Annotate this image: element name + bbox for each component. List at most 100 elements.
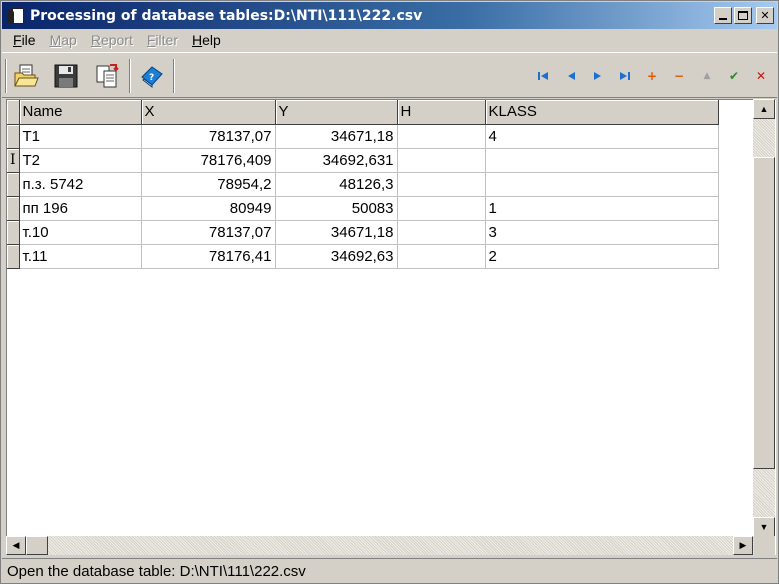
first-record-icon [538, 72, 548, 80]
menu-filter[interactable]: Filter [140, 32, 185, 48]
cell-y[interactable]: 34692,63 [275, 244, 398, 269]
menu-map[interactable]: Map [43, 32, 84, 48]
grid-header-row: Name X Y H KLASS [7, 100, 719, 125]
cell-name[interactable]: п.з. 5742 [19, 172, 142, 197]
table-row[interactable]: п.з. 5742 78954,2 48126,3 [7, 172, 719, 197]
toolbar: ? + − ▲ ✔ ✕ [2, 52, 777, 98]
table-row[interactable]: т.10 78137,07 34671,18 3 [7, 220, 719, 245]
column-header-x[interactable]: X [141, 100, 276, 125]
post-check-icon: ✔ [728, 69, 740, 83]
row-indicator[interactable] [7, 220, 20, 245]
minimize-button[interactable] [714, 7, 732, 24]
toolbar-separator [129, 59, 131, 93]
nav-cancel-button[interactable]: ✕ [752, 67, 770, 85]
next-record-icon [594, 72, 601, 80]
maximize-icon [738, 11, 748, 20]
vertical-scrollbar[interactable]: ▲ ▼ [753, 99, 775, 537]
column-header-y[interactable]: Y [275, 100, 398, 125]
cell-h[interactable] [397, 196, 486, 221]
last-record-icon [620, 72, 630, 80]
menu-file[interactable]: File [6, 32, 43, 48]
cell-x[interactable]: 78954,2 [141, 172, 276, 197]
table-row[interactable]: I T2 78176,409 34692,631 [7, 148, 719, 173]
open-button[interactable] [12, 62, 40, 90]
arrow-up-icon: ▲ [759, 104, 769, 114]
nav-edit-button[interactable]: ▲ [698, 67, 716, 85]
close-button[interactable]: ✕ [756, 7, 774, 24]
cell-h[interactable] [397, 172, 486, 197]
cancel-x-icon: ✕ [755, 69, 767, 83]
table-row[interactable]: т.11 78176,41 34692,63 2 [7, 244, 719, 269]
arrow-left-icon: ◀ [12, 540, 20, 550]
nav-first-button[interactable] [534, 67, 552, 85]
nav-delete-button[interactable]: − [670, 67, 688, 85]
table-row[interactable]: T1 78137,07 34671,18 4 [7, 124, 719, 149]
cell-klass[interactable]: 4 [485, 124, 719, 149]
title-bar[interactable]: Processing of database tables:D:\NTI\111… [2, 2, 777, 29]
cell-klass[interactable] [485, 148, 719, 173]
column-header-klass[interactable]: KLASS [485, 100, 719, 125]
row-indicator[interactable] [7, 244, 20, 269]
row-indicator[interactable] [7, 172, 20, 197]
horizontal-scroll-thumb[interactable] [26, 536, 48, 555]
scroll-up-button[interactable]: ▲ [753, 99, 775, 119]
nav-last-button[interactable] [616, 67, 634, 85]
cell-klass[interactable]: 3 [485, 220, 719, 245]
data-grid[interactable]: Name X Y H KLASS T1 78137,07 34671,18 4 [6, 99, 776, 555]
cell-y[interactable]: 50083 [275, 196, 398, 221]
cell-name[interactable]: т.11 [19, 244, 142, 269]
arrow-right-icon: ▶ [739, 540, 747, 550]
edit-icon: ▲ [703, 71, 711, 81]
cell-h[interactable] [397, 124, 486, 149]
nav-post-button[interactable]: ✔ [725, 67, 743, 85]
row-indicator[interactable] [7, 196, 20, 221]
close-icon: ✕ [760, 9, 770, 22]
maximize-button[interactable] [734, 7, 752, 24]
nav-next-button[interactable] [589, 67, 607, 85]
cell-y[interactable]: 34671,18 [275, 124, 398, 149]
help-button[interactable]: ? [138, 62, 166, 90]
cell-name[interactable]: т.10 [19, 220, 142, 245]
menu-help[interactable]: Help [185, 32, 228, 48]
scroll-down-button[interactable]: ▼ [753, 517, 775, 537]
grid-table: Name X Y H KLASS T1 78137,07 34671,18 4 [7, 100, 719, 269]
cell-x[interactable]: 80949 [141, 196, 276, 221]
nav-prior-button[interactable] [562, 67, 580, 85]
menu-report[interactable]: Report [84, 32, 140, 48]
toolbar-grip [5, 59, 7, 93]
cell-h[interactable] [397, 220, 486, 245]
cell-klass[interactable]: 2 [485, 244, 719, 269]
save-button[interactable] [52, 62, 80, 90]
cell-x[interactable]: 78176,409 [141, 148, 276, 173]
cell-klass[interactable] [485, 172, 719, 197]
scroll-right-button[interactable]: ▶ [733, 536, 753, 555]
horizontal-scrollbar[interactable]: ◀ ▶ [6, 536, 754, 555]
column-header-h[interactable]: H [397, 100, 486, 125]
copy-button[interactable] [93, 62, 121, 90]
cell-y[interactable]: 34692,631 [275, 148, 398, 173]
cell-name[interactable]: пп 196 [19, 196, 142, 221]
app-icon [6, 6, 26, 26]
prior-record-icon [568, 72, 575, 80]
cell-x[interactable]: 78137,07 [141, 124, 276, 149]
toolbar-separator [173, 59, 175, 93]
header-indicator [7, 100, 20, 125]
cell-x[interactable]: 78176,41 [141, 244, 276, 269]
cell-h[interactable] [397, 244, 486, 269]
window-title: Processing of database tables:D:\NTI\111… [30, 7, 423, 24]
cell-y[interactable]: 34671,18 [275, 220, 398, 245]
column-header-name[interactable]: Name [19, 100, 142, 125]
row-indicator[interactable] [7, 124, 20, 149]
scroll-left-button[interactable]: ◀ [6, 536, 26, 555]
cell-h[interactable] [397, 148, 486, 173]
table-row[interactable]: пп 196 80949 50083 1 [7, 196, 719, 221]
nav-insert-button[interactable]: + [643, 67, 661, 85]
cell-x[interactable]: 78137,07 [141, 220, 276, 245]
cell-name[interactable]: T2 [19, 148, 142, 173]
row-indicator-active[interactable]: I [7, 148, 20, 173]
vertical-scroll-thumb[interactable] [753, 157, 775, 469]
open-folder-icon [14, 64, 39, 87]
cell-y[interactable]: 48126,3 [275, 172, 398, 197]
cell-name[interactable]: T1 [19, 124, 142, 149]
cell-klass[interactable]: 1 [485, 196, 719, 221]
